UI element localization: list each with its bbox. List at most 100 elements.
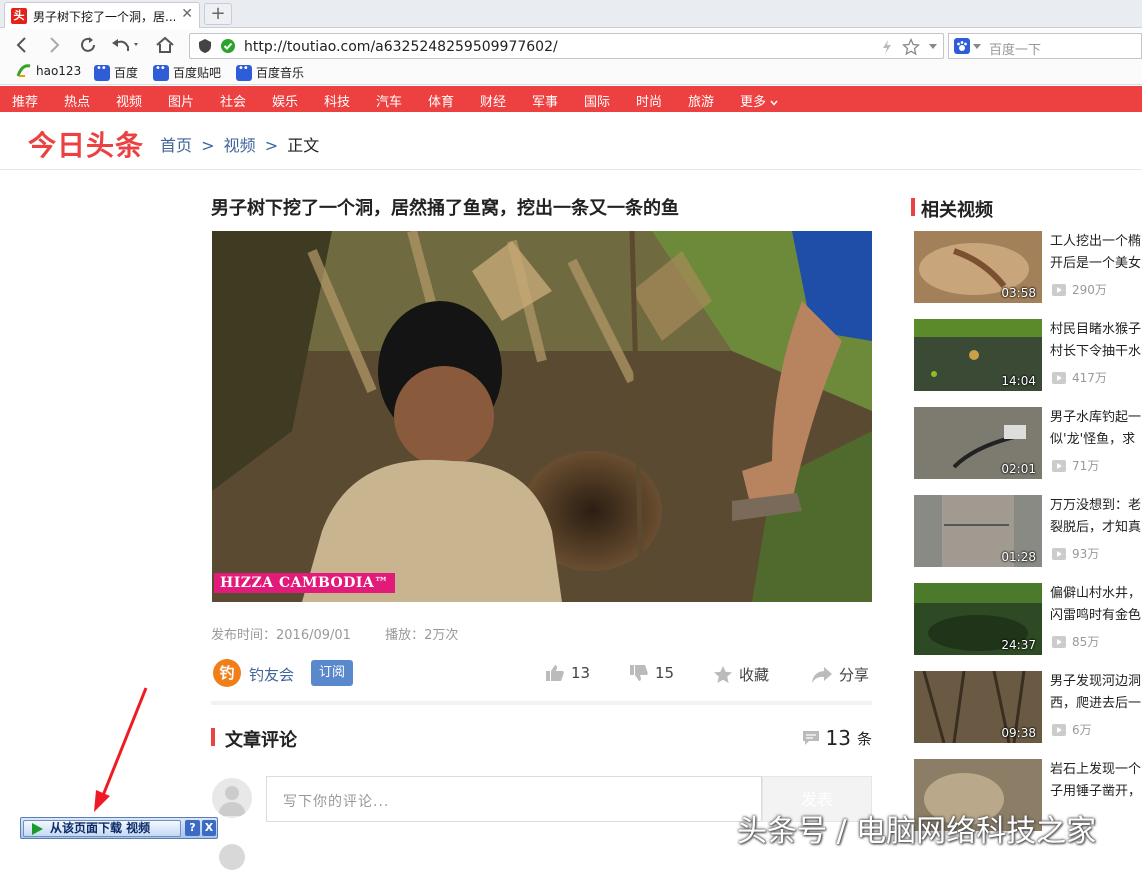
play-count-icon [1052,371,1066,384]
toutiao-logo[interactable]: 今日头条 [28,124,144,164]
video-duration: 09:38 [1001,726,1036,740]
category-shishang[interactable]: 时尚 [636,91,662,110]
comment-input[interactable]: 写下你的评论... [266,776,762,822]
home-icon[interactable] [153,33,177,57]
undo-close-icon[interactable] [108,33,142,57]
new-tab-icon[interactable]: + [204,3,232,25]
comment-bubble-icon [802,731,819,745]
video-watermark: HIZZA CAMBODIA™ [214,573,395,593]
baidu-paw-icon [236,63,252,81]
bookmark-label: hao123 [36,64,82,78]
subscribe-button[interactable]: 订阅 [311,660,353,686]
favorite-button[interactable]: 收藏 [713,664,769,685]
related-video-title[interactable]: 工人挖出一个椭开后是一个美女 [1050,231,1142,275]
related-video-plays: 71万 [1052,457,1099,474]
breadcrumb-video[interactable]: 视频 [224,136,256,155]
related-video-plays-value: 6万 [1072,723,1092,737]
forward-icon[interactable] [42,33,66,57]
toutiao-favicon-icon: 头 [11,8,27,24]
category-tupian[interactable]: 图片 [168,91,194,110]
bookmark-label: 百度贴吧 [173,66,222,80]
bookmark-music[interactable]: 百度音乐 [236,63,304,81]
share-button[interactable]: 分享 [811,664,869,685]
related-video-title[interactable]: 岩石上发现一个子用锤子凿开， [1050,759,1142,803]
bookmark-label: 百度 [114,66,139,80]
related-video-item[interactable]: 01:28 万万没想到：老裂脱后，才知真 93万 [914,495,1142,567]
video-duration: 24:37 [1001,638,1036,652]
related-video-title[interactable]: 男子水库钓起一似'龙'怪鱼，求 [1050,407,1142,451]
security-shield-icon [199,39,211,53]
chevron-down-icon[interactable] [973,44,981,50]
section-accent-bar [211,728,215,746]
author-avatar[interactable]: 钓 [213,659,241,687]
verified-check-icon [221,39,235,53]
video-thumbnail[interactable]: 09:38 [914,671,1042,743]
close-icon[interactable]: X [202,820,216,836]
related-video-item[interactable]: 14:04 村民目睹水猴子村长下令抽干水 417万 [914,319,1142,391]
breadcrumb-current: 正文 [287,136,320,155]
video-player[interactable]: HIZZA CAMBODIA™ [212,231,872,602]
related-video-item[interactable]: 24:37 偏僻山村水井，闪雷鸣时有金色 85万 [914,583,1142,655]
category-shehui[interactable]: 社会 [220,91,246,110]
breadcrumb-separator: > [201,136,215,155]
category-redian[interactable]: 热点 [64,91,90,110]
related-video-plays-value: 93万 [1072,547,1100,561]
related-video-title[interactable]: 万万没想到：老裂脱后，才知真 [1050,495,1142,539]
category-tuijian[interactable]: 推荐 [12,91,38,110]
chevron-down-icon[interactable] [928,43,938,51]
comments-header: 文章评论 13 条 [211,726,872,751]
bookmark-baidu[interactable]: 百度 [94,63,139,81]
category-junshi[interactable]: 军事 [532,91,558,110]
back-icon[interactable] [10,33,34,57]
address-bar[interactable]: http://toutiao.com/a6325248259509977602/ [189,33,944,59]
related-video-title[interactable]: 村民目睹水猴子村长下令抽干水 [1050,319,1142,363]
share-icon [812,666,832,683]
video-thumbnail[interactable]: 02:01 [914,407,1042,479]
author-name[interactable]: 钓友会 [249,664,294,685]
video-duration: 01:28 [1001,550,1036,564]
category-shipin[interactable]: 视频 [116,91,142,110]
video-thumbnail[interactable]: 24:37 [914,583,1042,655]
download-video-button[interactable]: 从该页面下载 视频 [23,820,181,837]
video-duration: 02:01 [1001,462,1036,476]
category-tiyu[interactable]: 体育 [428,91,454,110]
video-thumbnail[interactable]: 14:04 [914,319,1042,391]
related-video-item[interactable]: 02:01 男子水库钓起一似'龙'怪鱼，求 71万 [914,407,1142,479]
related-video-item[interactable]: 03:58 工人挖出一个椭开后是一个美女 290万 [914,231,1142,303]
breadcrumb-separator: > [264,136,279,155]
search-placeholder: 百度一下 [989,43,1042,58]
dislike-button[interactable]: 15 [629,664,674,682]
video-duration: 03:58 [1001,286,1036,300]
default-user-icon [218,786,246,816]
reload-icon[interactable] [76,33,100,57]
help-icon[interactable]: ? [185,820,200,836]
browser-tab[interactable]: 头 男子树下挖了一个洞，居... ✕ [4,2,200,28]
related-video-title[interactable]: 偏僻山村水井，闪雷鸣时有金色 [1050,583,1142,627]
star-icon[interactable] [902,38,920,56]
breadcrumb-home[interactable]: 首页 [160,136,192,155]
category-yule[interactable]: 娱乐 [272,91,298,110]
tab-title: 男子树下挖了一个洞，居... [33,10,175,24]
category-more[interactable]: 更多 [740,91,778,110]
comment-count-unit: 条 [856,729,872,748]
baidu-paw-icon[interactable] [954,38,970,54]
category-lvyou[interactable]: 旅游 [688,91,714,110]
category-qiche[interactable]: 汽车 [376,91,402,110]
bookmark-hao123[interactable]: hao123 [16,64,81,78]
category-guoji[interactable]: 国际 [584,91,610,110]
commenter-avatar[interactable] [219,844,245,870]
lightning-icon[interactable] [880,39,894,55]
category-caijing[interactable]: 财经 [480,91,506,110]
video-thumbnail[interactable]: 03:58 [914,231,1042,303]
bookmark-tieba[interactable]: 百度贴吧 [153,63,222,81]
search-box[interactable]: 百度一下 [948,33,1142,59]
tab-close-icon[interactable]: ✕ [181,6,193,22]
related-video-title[interactable]: 男子发现河边洞西，爬进去后一 [1050,671,1142,715]
play-count-icon [1052,459,1066,472]
like-button[interactable]: 13 [545,664,590,682]
video-thumbnail[interactable]: 01:28 [914,495,1042,567]
category-keji[interactable]: 科技 [324,91,350,110]
related-video-plays-value: 417万 [1072,371,1107,385]
play-icon [32,823,43,835]
related-video-item[interactable]: 09:38 男子发现河边洞西，爬进去后一 6万 [914,671,1142,743]
